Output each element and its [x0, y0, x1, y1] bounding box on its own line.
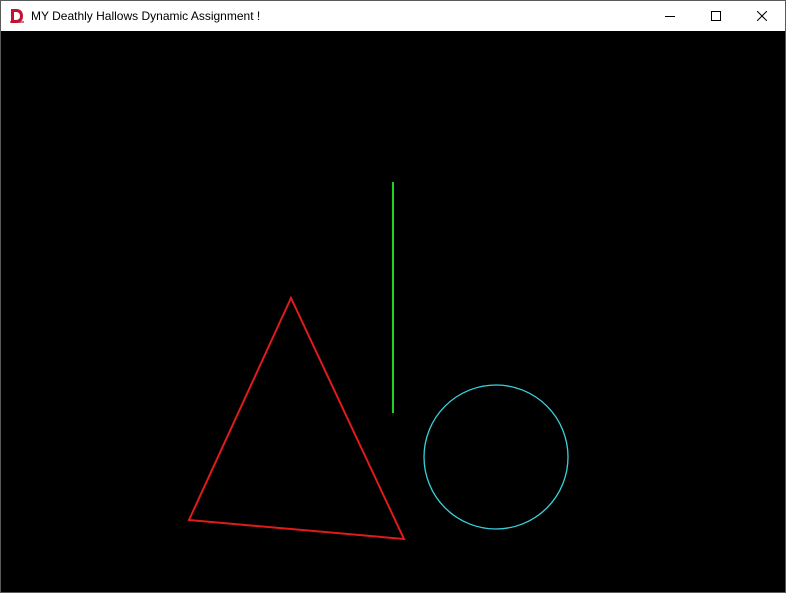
d-logo-icon	[9, 8, 25, 24]
canvas-svg	[187, 182, 569, 541]
red-triangle	[187, 295, 406, 541]
window-title: MY Deathly Hallows Dynamic Assignment !	[31, 9, 261, 23]
title-bar[interactable]: MY Deathly Hallows Dynamic Assignment !	[1, 1, 785, 31]
close-icon	[757, 11, 767, 21]
close-button[interactable]	[739, 1, 785, 31]
drawing-canvas[interactable]	[1, 31, 785, 592]
cyan-circle	[423, 384, 569, 530]
maximize-button[interactable]	[693, 1, 739, 31]
minimize-icon	[665, 16, 675, 17]
app-window: MY Deathly Hallows Dynamic Assignment !	[0, 0, 786, 593]
maximize-icon	[711, 11, 721, 21]
minimize-button[interactable]	[647, 1, 693, 31]
